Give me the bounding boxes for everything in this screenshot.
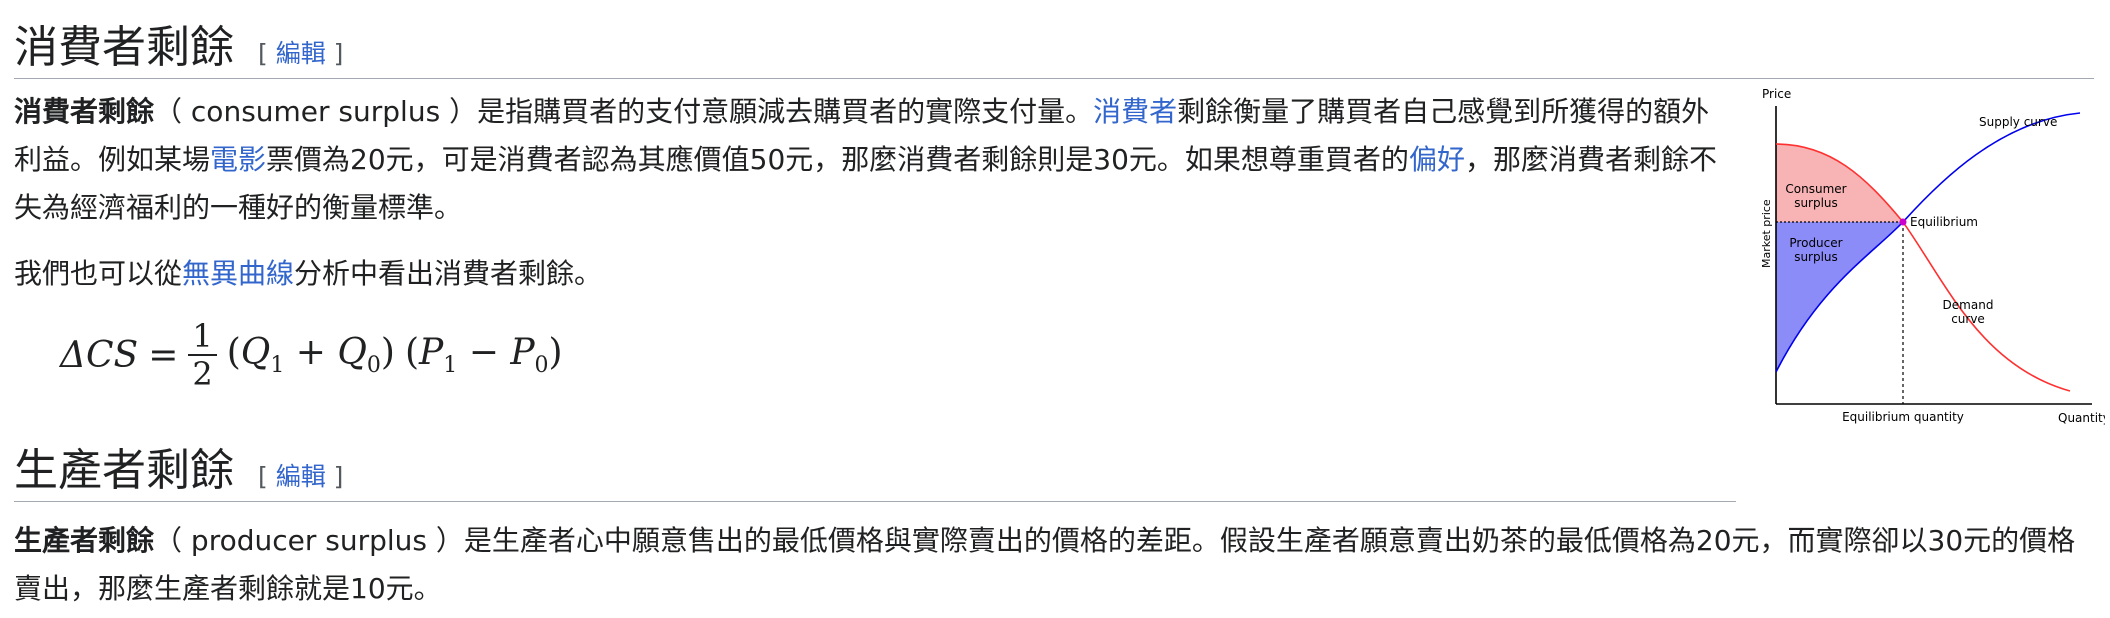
formula-q1-sub: 1: [270, 353, 285, 379]
edit-link[interactable]: 編輯: [276, 462, 326, 491]
link-indifference-curve[interactable]: 無異曲線: [182, 257, 294, 290]
text: 票價為20元，可是消費者認為其應價值50元，那麼消費者剩餘則是30元。如果想尊重…: [266, 143, 1409, 176]
formula-plus: +: [295, 331, 326, 373]
demand-curve-label-line2: curve: [1951, 312, 1985, 326]
formula-denominator: 2: [192, 355, 213, 393]
text: （ producer surplus ）是生產者心中願意售出的最低價格與實際賣出…: [14, 524, 2076, 605]
formula-q0: Q: [337, 331, 367, 373]
edit-section-control: [ 編輯 ]: [258, 34, 343, 78]
producer-surplus-label-line1: Producer: [1789, 236, 1842, 250]
link-preference[interactable]: 偏好: [1409, 143, 1465, 176]
section-title: 生產者剩餘: [14, 445, 234, 496]
formula-equals: =: [148, 334, 179, 376]
quantity-axis-label: Quantity: [2058, 411, 2105, 425]
market-price-label: Market price: [1760, 199, 1773, 268]
paragraph-producer-surplus-definition: 生產者剩餘（ producer surplus ）是生產者心中願意售出的最低價格…: [14, 517, 2094, 613]
formula-group-q: (Q1 + Q0): [226, 331, 395, 379]
section-heading-producer-surplus: 生產者剩餘 [ 編輯 ]: [14, 435, 1736, 502]
equilibrium-label: Equilibrium: [1910, 215, 1978, 229]
paragraph-consumer-surplus-definition: 消費者剩餘（ consumer surplus ）是指購買者的支付意願減去購買者…: [14, 88, 1736, 232]
formula-p0-sub: 0: [534, 353, 549, 379]
section-heading-consumer-surplus: 消費者剩餘 [ 編輯 ]: [14, 12, 2094, 79]
section-title: 消費者剩餘: [14, 22, 234, 73]
formula-minus: −: [468, 331, 499, 373]
demand-curve-label-line1: Demand: [1943, 298, 1994, 312]
bold-term: 生產者剩餘: [14, 524, 155, 557]
consumer-surplus-formula: ΔCS = 1 2 (Q1 + Q0) (P1 − P0): [60, 310, 563, 400]
formula-fraction: 1 2: [188, 318, 217, 393]
edit-bracket-close: ]: [325, 39, 344, 68]
supply-demand-diagram[interactable]: Price Quantity Market price Equilibrium …: [1750, 86, 2105, 426]
formula-q0-sub: 0: [366, 353, 381, 379]
edit-section-control: [ 編輯 ]: [258, 457, 343, 501]
formula-group-p: (P1 − P0): [404, 331, 563, 379]
formula-q1: Q: [240, 331, 271, 373]
text: 我們也可以從: [14, 257, 183, 290]
edit-bracket-open: [: [258, 462, 276, 491]
formula-lhs: ΔCS: [60, 334, 139, 376]
formula-p1: P: [419, 331, 444, 373]
link-consumer[interactable]: 消費者: [1093, 95, 1177, 128]
formula-p0: P: [510, 331, 535, 373]
edit-bracket-open: [: [258, 39, 276, 68]
text: （ consumer surplus ）是指購買者的支付意願減去購買者的實際支付…: [154, 95, 1094, 128]
producer-surplus-label-line2: surplus: [1794, 250, 1838, 264]
bold-term: 消費者剩餘: [14, 95, 155, 128]
formula-numerator: 1: [188, 318, 217, 356]
equilibrium-quantity-label: Equilibrium quantity: [1842, 410, 1964, 424]
consumer-surplus-label-line1: Consumer: [1785, 182, 1846, 196]
text: 分析中看出消費者剩餘。: [294, 257, 603, 290]
supply-curve-label: Supply curve: [1979, 115, 2057, 129]
paragraph-indifference-curve: 我們也可以從無異曲線分析中看出消費者剩餘。: [14, 250, 1736, 298]
price-axis-label: Price: [1762, 87, 1791, 101]
link-movie[interactable]: 電影: [210, 143, 266, 176]
equilibrium-point: [1899, 218, 1907, 226]
edit-link[interactable]: 編輯: [276, 39, 326, 68]
formula-p1-sub: 1: [443, 353, 458, 379]
consumer-surplus-label-line2: surplus: [1794, 196, 1838, 210]
edit-bracket-close: ]: [325, 462, 344, 491]
